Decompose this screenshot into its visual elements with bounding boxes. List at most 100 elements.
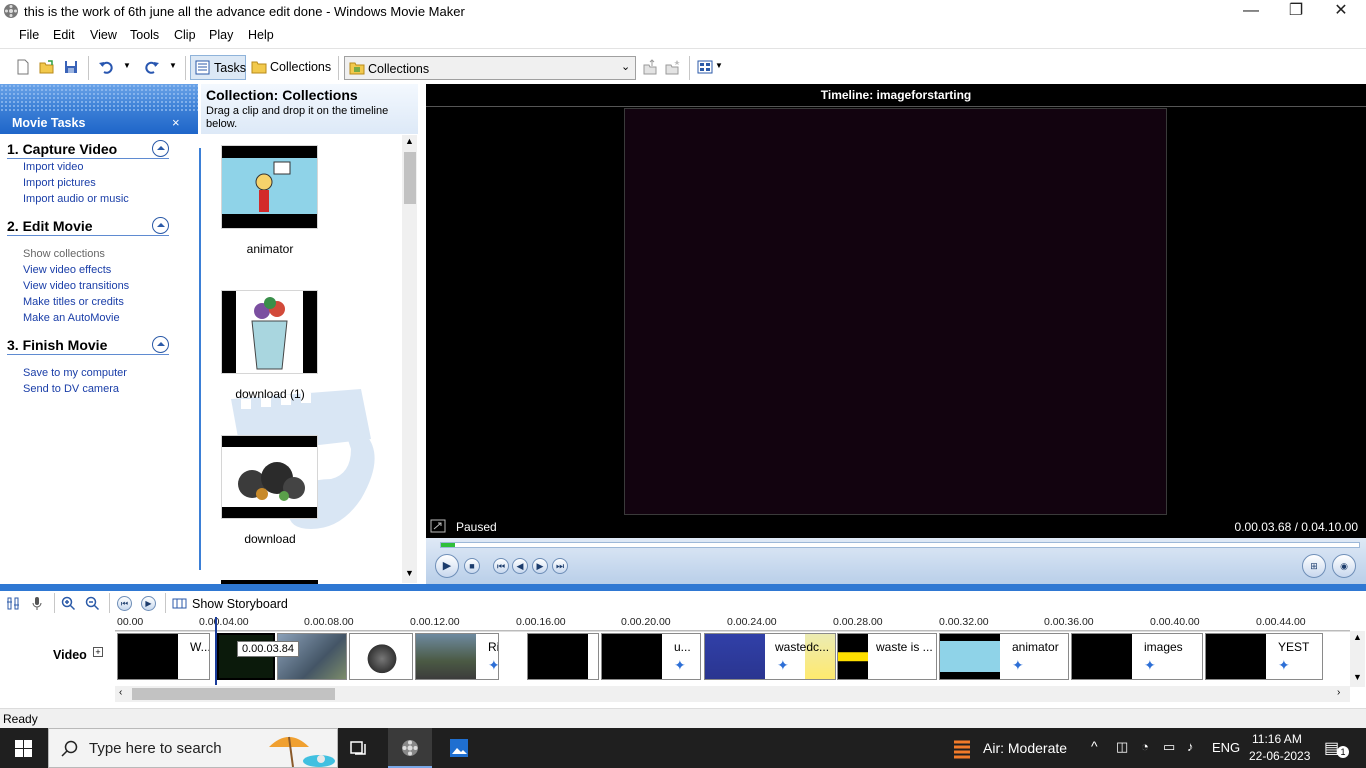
menu-edit[interactable]: Edit — [53, 28, 75, 42]
taskbar-movie-maker[interactable] — [388, 728, 432, 768]
timeline-clip[interactable]: waste is ... — [837, 633, 937, 680]
timeline-ruler[interactable]: 00.00 0.00.04.00 0.00.08.00 0.00.12.00 0… — [115, 615, 1350, 631]
timeline-vertical-scrollbar[interactable]: ▲ ▼ — [1350, 631, 1365, 687]
collection-item-download-1[interactable] — [221, 290, 318, 374]
menu-clip[interactable]: Clip — [174, 28, 196, 42]
wifi-icon[interactable]: ◔ — [1141, 739, 1149, 754]
import-video-link[interactable]: Import video — [23, 161, 84, 173]
full-screen-icon[interactable] — [430, 519, 446, 533]
timeline-clip[interactable]: animator ✦ — [939, 633, 1069, 680]
collection-scroll-thumb[interactable] — [404, 152, 416, 204]
views-icon[interactable] — [697, 59, 713, 75]
redo-icon[interactable] — [144, 59, 160, 75]
redo-dropdown-icon[interactable]: ▼ — [169, 61, 185, 77]
menu-help[interactable]: Help — [248, 28, 274, 42]
timeline-clip[interactable] — [349, 633, 413, 680]
clock-date[interactable]: 22-06-2023 — [1249, 749, 1310, 763]
save-to-computer-link[interactable]: Save to my computer — [23, 367, 127, 379]
zoom-in-icon[interactable] — [61, 596, 76, 611]
task-view-icon[interactable] — [350, 740, 370, 757]
timeline-clip[interactable] — [527, 633, 599, 680]
new-project-icon[interactable] — [15, 59, 31, 75]
stop-button[interactable]: ■ — [464, 558, 480, 574]
scroll-up-icon[interactable]: ▲ — [405, 136, 414, 146]
weather-text[interactable]: Air: Moderate — [983, 740, 1067, 756]
collection-item-download[interactable] — [221, 435, 318, 519]
collapse-capture-icon[interactable] — [152, 140, 169, 157]
menu-view[interactable]: View — [90, 28, 117, 42]
next-frame-button[interactable]: ▶ — [532, 558, 548, 574]
play-timeline-button[interactable]: ▶ — [141, 596, 156, 611]
view-video-effects-link[interactable]: View video effects — [23, 264, 111, 276]
collapse-finish-icon[interactable] — [152, 336, 169, 353]
new-collection-folder-icon[interactable] — [665, 59, 681, 75]
menu-play[interactable]: Play — [209, 28, 233, 42]
collections-dropdown[interactable]: Collections ⌄ — [344, 56, 636, 80]
tasks-button[interactable]: Tasks — [190, 55, 246, 80]
show-storyboard-button[interactable]: Show Storyboard — [192, 597, 288, 611]
scroll-up-icon[interactable]: ▲ — [1353, 632, 1362, 642]
make-titles-link[interactable]: Make titles or credits — [23, 296, 124, 308]
close-tasks-icon[interactable]: × — [172, 115, 180, 130]
show-collections-link[interactable]: Show collections — [23, 248, 105, 260]
play-button[interactable]: ▶ — [435, 554, 459, 578]
views-dropdown-icon[interactable]: ▼ — [715, 61, 731, 77]
set-audio-levels-icon[interactable] — [6, 596, 21, 611]
timeline-clip[interactable]: W... — [117, 633, 210, 680]
back-button[interactable]: ⏮ — [493, 558, 509, 574]
scroll-down-icon[interactable]: ▼ — [1353, 672, 1362, 682]
import-audio-link[interactable]: Import audio or music — [23, 193, 129, 205]
collection-scrollbar[interactable]: ▲ ▼ — [402, 135, 417, 583]
minimize-button[interactable]: — — [1228, 0, 1274, 24]
rewind-timeline-button[interactable]: ⏮ — [117, 596, 132, 611]
timeline-clip[interactable]: River ✦ — [415, 633, 499, 680]
zoom-out-icon[interactable] — [85, 596, 100, 611]
timeline-clip[interactable]: images ✦ — [1071, 633, 1203, 680]
forward-button[interactable]: ⏭ — [552, 558, 568, 574]
up-one-level-icon[interactable] — [642, 59, 658, 75]
previous-frame-button[interactable]: ◀ — [512, 558, 528, 574]
taskbar-photos[interactable] — [437, 728, 481, 768]
split-clip-icon[interactable]: ⊞ — [1302, 554, 1326, 578]
show-hidden-icons-icon[interactable]: ^ — [1091, 738, 1098, 754]
narrate-timeline-icon[interactable] — [29, 596, 44, 611]
timeline-scroll-thumb[interactable] — [132, 688, 335, 700]
section-finish-movie[interactable]: 3. Finish Movie — [7, 337, 107, 353]
battery-icon[interactable]: ▭ — [1163, 739, 1175, 755]
menu-tools[interactable]: Tools — [130, 28, 159, 42]
make-automovie-link[interactable]: Make an AutoMovie — [23, 312, 120, 324]
seek-bar[interactable] — [440, 542, 1360, 548]
collection-item-animator[interactable] — [221, 145, 318, 229]
close-button[interactable]: ✕ — [1318, 0, 1364, 24]
scroll-down-icon[interactable]: ▼ — [405, 568, 414, 578]
send-to-dv-camera-link[interactable]: Send to DV camera — [23, 383, 119, 395]
input-language[interactable]: ENG — [1212, 740, 1240, 755]
section-capture-video[interactable]: 1. Capture Video — [7, 141, 117, 157]
clock-time[interactable]: 11:16 AM — [1252, 732, 1302, 746]
timeline-clip[interactable]: wastedc... ✦ — [704, 633, 836, 680]
timeline-playhead[interactable] — [215, 617, 217, 685]
section-edit-movie[interactable]: 2. Edit Movie — [7, 218, 93, 234]
search-placeholder: Type here to search — [89, 740, 222, 757]
menu-file[interactable]: File — [19, 28, 39, 42]
timeline-horizontal-scrollbar[interactable]: ‹ › — [115, 686, 1350, 702]
save-project-icon[interactable] — [63, 59, 79, 75]
timeline-clip[interactable]: YEST ✦ — [1205, 633, 1323, 680]
scroll-right-icon[interactable]: › — [1337, 687, 1340, 698]
taskbar-search-box[interactable]: Type here to search — [48, 728, 338, 768]
import-pictures-link[interactable]: Import pictures — [23, 177, 96, 189]
restore-button[interactable]: ❐ — [1273, 0, 1319, 24]
collapse-edit-icon[interactable] — [152, 217, 169, 234]
scroll-left-icon[interactable]: ‹ — [119, 687, 122, 698]
take-picture-icon[interactable]: ◉ — [1332, 554, 1356, 578]
open-project-icon[interactable] — [39, 59, 55, 75]
view-video-transitions-link[interactable]: View video transitions — [23, 280, 129, 292]
volume-icon[interactable]: ♪ — [1187, 739, 1194, 754]
expand-track-icon[interactable]: + — [93, 647, 103, 657]
undo-icon[interactable] — [98, 59, 114, 75]
timeline-clip[interactable]: u... ✦ — [601, 633, 701, 680]
meet-now-icon[interactable]: ◫ — [1116, 739, 1128, 755]
windows-start-icon[interactable] — [15, 740, 32, 757]
undo-dropdown-icon[interactable]: ▼ — [123, 61, 139, 77]
ruler-tick: 0.00.08.00 — [304, 616, 354, 628]
